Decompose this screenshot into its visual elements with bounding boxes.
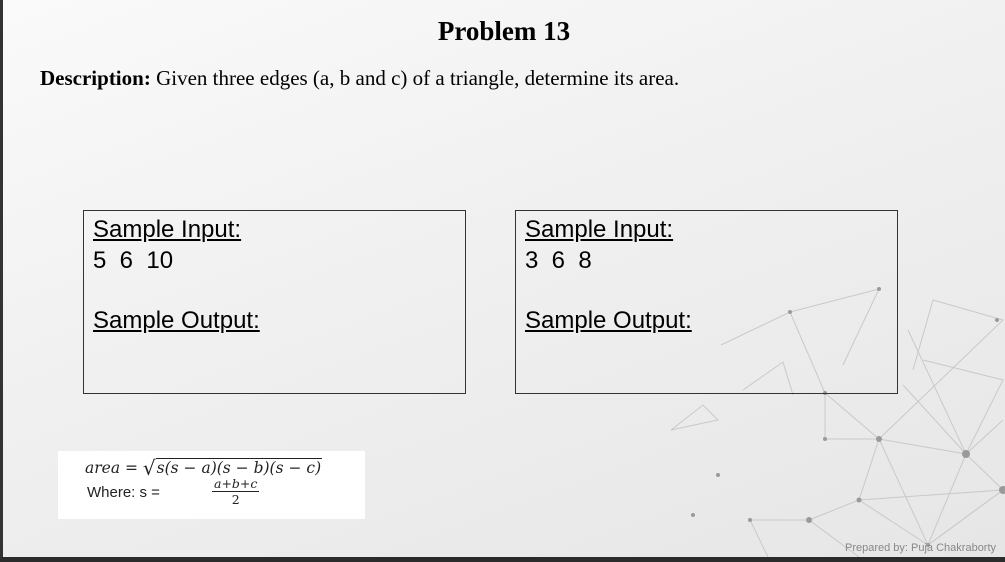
sample-input-label: Sample Input:: [525, 216, 674, 243]
sample-input-label: Sample Input:: [93, 216, 242, 243]
sample-box-1: Sample Input: 5 6 10 Sample Output:: [83, 210, 466, 394]
formula-where-label: Where: s =: [87, 484, 160, 501]
area-formula: area = √s(s − a)(s − b)(s − c) Where: s …: [58, 451, 365, 519]
slide: Problem 13 Description: Given three edge…: [0, 0, 1005, 557]
sample-input-values: 3 6 8: [525, 247, 592, 274]
formula-radicand: s(s − a)(s − b)(s − c): [155, 458, 323, 477]
problem-description: Description: Given three edges (a, b and…: [40, 66, 679, 91]
sample-input-values: 5 6 10: [93, 247, 174, 274]
description-text: Given three edges (a, b and c) of a tria…: [150, 66, 680, 90]
sample-output-label: Sample Output:: [93, 307, 260, 334]
fraction-numerator: a+b+c: [212, 476, 260, 492]
slide-title: Problem 13: [437, 16, 571, 46]
bottom-bar: [0, 557, 1005, 562]
formula-fraction: a+b+c 2: [212, 476, 260, 507]
formula-where-line: Where: s =: [87, 484, 160, 501]
sample-output-label: Sample Output:: [525, 307, 692, 334]
formula-lhs: area =: [85, 459, 143, 477]
author-credit: Prepared by: Puja Chakraborty: [845, 542, 997, 554]
formula-area-line: area = √s(s − a)(s − b)(s − c): [85, 454, 323, 480]
description-label: Description:: [40, 66, 151, 90]
sample-box-2: Sample Input: 3 6 8 Sample Output:: [515, 210, 898, 394]
fraction-denominator: 2: [231, 492, 240, 507]
sqrt-symbol: √: [142, 456, 156, 480]
